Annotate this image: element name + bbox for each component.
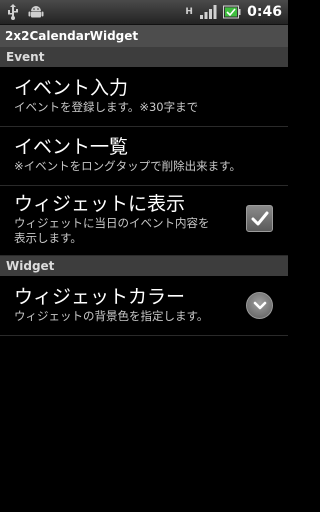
signal-type-indicator: H (185, 6, 193, 17)
pref-summary: 表示します。 (14, 231, 82, 245)
signal-icon (200, 5, 217, 19)
battery-icon (223, 5, 241, 19)
show-on-widget-checkbox[interactable] (246, 205, 273, 232)
notification-icons (6, 4, 44, 20)
pref-summary: ※イベントをロングタップで削除出来ます。 (14, 159, 241, 173)
clock: 0:46 (247, 4, 282, 20)
section-header-event: Event (0, 47, 288, 67)
android-icon (28, 6, 44, 18)
pref-title: イベント一覧 (14, 136, 129, 158)
pref-item-event-input[interactable]: イベント入力 イベントを登録します。※30字まで (0, 67, 288, 127)
pref-item-show-on-widget[interactable]: ウィジェットに表示 ウィジェットに当日のイベント内容を 表示します。 (0, 186, 288, 256)
pref-item-widget-color[interactable]: ウィジェットカラー ウィジェットの背景色を指定します。 (0, 276, 288, 336)
app-title-bar: 2x2CalendarWidget (0, 25, 288, 47)
section-header-widget: Widget (0, 256, 288, 276)
chevron-down-icon (253, 301, 267, 310)
widget-color-dropdown[interactable] (246, 292, 273, 319)
status-bar: H 0:46 (0, 0, 288, 25)
app-title: 2x2CalendarWidget (5, 29, 139, 43)
usb-icon (8, 4, 18, 20)
pref-item-event-list[interactable]: イベント一覧 ※イベントをロングタップで削除出来ます。 (0, 127, 288, 186)
pref-title: イベント入力 (14, 77, 129, 99)
check-icon (251, 211, 269, 226)
system-icons: H 0:46 (185, 2, 282, 22)
pref-summary: イベントを登録します。※30字まで (14, 100, 199, 114)
